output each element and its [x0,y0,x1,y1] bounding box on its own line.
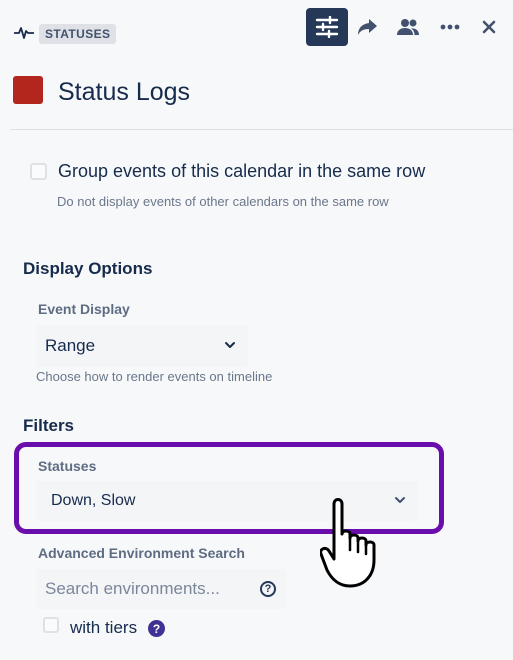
help-circle-icon[interactable]: ? [260,581,276,597]
event-display-label: Event Display [38,301,130,317]
event-display-help: Choose how to render events on timeline [36,369,273,384]
chevron-down-icon [225,342,235,348]
calendar-color-swatch[interactable] [13,76,43,104]
close-icon [482,20,496,34]
statuses-label: Statuses [38,458,97,474]
event-display-value: Range [45,336,96,355]
more-icon [440,24,460,30]
hand-pointer-icon [320,498,376,588]
advanced-search-label: Advanced Environment Search [38,545,245,561]
question-mark-icon[interactable]: ? [148,620,165,637]
calendar-type-badge: STATUSES [39,24,117,44]
display-options-heading: Display Options [23,259,153,278]
with-tiers-checkbox[interactable] [43,617,59,633]
group-events-label[interactable]: Group events of this calendar in the sam… [58,161,425,182]
settings-icon [315,16,339,38]
share-icon [358,19,377,35]
environment-search-input[interactable] [36,569,286,609]
more-options-button[interactable] [429,8,471,46]
people-button[interactable] [387,8,429,46]
page-title: Status Logs [58,78,191,106]
group-events-help: Do not display events of other calendars… [57,194,389,209]
people-icon [397,19,419,35]
filters-heading: Filters [23,416,75,435]
with-tiers-label[interactable]: with tiers [70,618,137,638]
activity-pulse-icon [14,27,34,39]
close-button[interactable] [468,8,510,46]
group-events-checkbox[interactable] [30,163,47,180]
statuses-value: Down, Slow [51,492,136,509]
event-display-select[interactable]: Range [36,325,248,367]
settings-button[interactable] [306,8,348,46]
share-button[interactable] [346,8,388,46]
header-divider [10,129,513,130]
